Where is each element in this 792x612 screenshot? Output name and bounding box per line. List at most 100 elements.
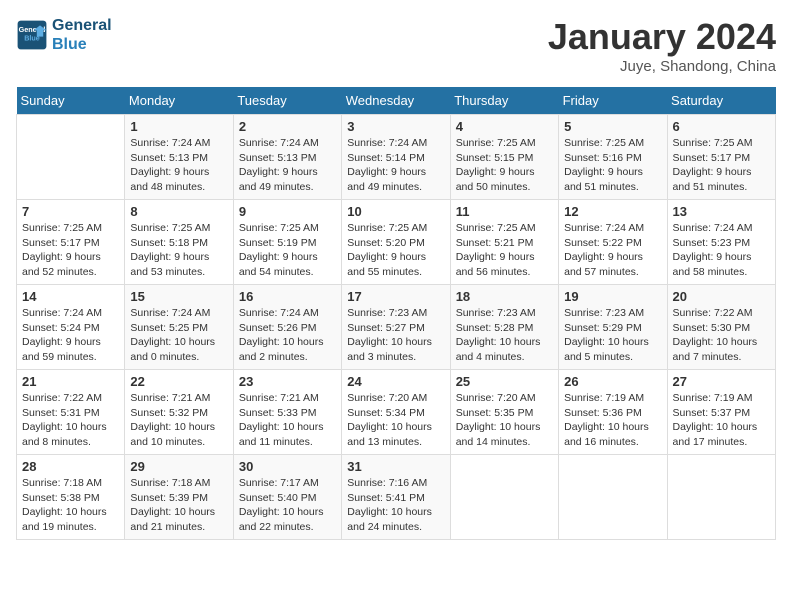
day-info: Sunrise: 7:25 AMSunset: 5:21 PMDaylight:… [456,221,553,280]
month-title: January 2024 [548,16,776,58]
calendar-cell: 5Sunrise: 7:25 AMSunset: 5:16 PMDaylight… [559,115,667,200]
day-info: Sunrise: 7:24 AMSunset: 5:14 PMDaylight:… [347,136,444,195]
calendar-week-1: 1Sunrise: 7:24 AMSunset: 5:13 PMDaylight… [17,115,776,200]
calendar-cell: 17 Sunrise: 7:23 AMSunset: 5:27 PMDayligh… [342,285,450,370]
calendar-cell: 26Sunrise: 7:19 AMSunset: 5:36 PMDayligh… [559,370,667,455]
calendar-header-row: SundayMondayTuesdayWednesdayThursdayFrid… [17,87,776,115]
calendar-cell: 27 Sunrise: 7:19 AMSunset: 5:37 PMDayligh… [667,370,775,455]
calendar-cell: 3 Sunrise: 7:24 AMSunset: 5:14 PMDaylight… [342,115,450,200]
calendar-cell [450,455,558,540]
header-wednesday: Wednesday [342,87,450,115]
day-number: 3 [347,119,444,134]
day-info: Sunrise: 7:25 AMSunset: 5:15 PMDaylight:… [456,136,553,195]
day-number: 23 [239,374,336,389]
logo-text-general: General [52,16,112,35]
calendar-cell: 25Sunrise: 7:20 AMSunset: 5:35 PMDayligh… [450,370,558,455]
header-thursday: Thursday [450,87,558,115]
day-number: 12 [564,204,661,219]
calendar-cell: 7 Sunrise: 7:25 AMSunset: 5:17 PMDaylight… [17,200,125,285]
calendar-cell: 24Sunrise: 7:20 AMSunset: 5:34 PMDayligh… [342,370,450,455]
day-info: Sunrise: 7:24 AMSunset: 5:24 PMDaylight:… [22,306,119,365]
day-number: 16 [239,289,336,304]
day-info: Sunrise: 7:24 AMSunset: 5:26 PMDaylight:… [239,306,336,365]
day-info: Sunrise: 7:21 AMSunset: 5:33 PMDaylight:… [239,391,336,450]
calendar-cell: 29 Sunrise: 7:18 AMSunset: 5:39 PMDayligh… [125,455,233,540]
day-number: 18 [456,289,553,304]
day-info: Sunrise: 7:24 AMSunset: 5:25 PMDaylight:… [130,306,227,365]
day-info: Sunrise: 7:23 AMSunset: 5:27 PMDaylight:… [347,306,444,365]
logo: General Blue General Blue [16,16,112,54]
calendar-cell: 19Sunrise: 7:23 AMSunset: 5:29 PMDayligh… [559,285,667,370]
day-info: Sunrise: 7:25 AMSunset: 5:17 PMDaylight:… [673,136,770,195]
calendar-cell: 4 Sunrise: 7:25 AMSunset: 5:15 PMDaylight… [450,115,558,200]
day-info: Sunrise: 7:16 AMSunset: 5:41 PMDaylight:… [347,476,444,535]
day-info: Sunrise: 7:24 AMSunset: 5:23 PMDaylight:… [673,221,770,280]
day-number: 8 [130,204,227,219]
calendar-cell: 30Sunrise: 7:17 AMSunset: 5:40 PMDayligh… [233,455,341,540]
day-info: Sunrise: 7:22 AMSunset: 5:31 PMDaylight:… [22,391,119,450]
calendar-cell: 8 Sunrise: 7:25 AMSunset: 5:18 PMDaylight… [125,200,233,285]
header-tuesday: Tuesday [233,87,341,115]
calendar-cell: 6 Sunrise: 7:25 AMSunset: 5:17 PMDaylight… [667,115,775,200]
day-number: 6 [673,119,770,134]
header-saturday: Saturday [667,87,775,115]
calendar-cell: 2 Sunrise: 7:24 AMSunset: 5:13 PMDaylight… [233,115,341,200]
day-number: 4 [456,119,553,134]
title-block: January 2024 Juye, Shandong, China [548,16,776,75]
day-info: Sunrise: 7:25 AMSunset: 5:18 PMDaylight:… [130,221,227,280]
calendar-week-5: 28Sunrise: 7:18 AMSunset: 5:38 PMDayligh… [17,455,776,540]
day-info: Sunrise: 7:24 AMSunset: 5:22 PMDaylight:… [564,221,661,280]
day-info: Sunrise: 7:25 AMSunset: 5:16 PMDaylight:… [564,136,661,195]
day-number: 22 [130,374,227,389]
calendar-cell: 22 Sunrise: 7:21 AMSunset: 5:32 PMDayligh… [125,370,233,455]
day-number: 20 [673,289,770,304]
calendar-cell [17,115,125,200]
calendar-cell: 12 Sunrise: 7:24 AMSunset: 5:22 PMDayligh… [559,200,667,285]
day-info: Sunrise: 7:25 AMSunset: 5:17 PMDaylight:… [22,221,119,280]
calendar-cell: 18 Sunrise: 7:23 AMSunset: 5:28 PMDayligh… [450,285,558,370]
location-subtitle: Juye, Shandong, China [548,58,776,75]
day-info: Sunrise: 7:18 AMSunset: 5:38 PMDaylight:… [22,476,119,535]
calendar-cell: 9Sunrise: 7:25 AMSunset: 5:19 PMDaylight… [233,200,341,285]
day-number: 2 [239,119,336,134]
calendar-week-3: 14 Sunrise: 7:24 AMSunset: 5:24 PMDayligh… [17,285,776,370]
calendar-table: SundayMondayTuesdayWednesdayThursdayFrid… [16,87,776,540]
calendar-cell: 16 Sunrise: 7:24 AMSunset: 5:26 PMDayligh… [233,285,341,370]
day-number: 11 [456,204,553,219]
day-number: 14 [22,289,119,304]
calendar-cell: 1Sunrise: 7:24 AMSunset: 5:13 PMDaylight… [125,115,233,200]
calendar-cell [667,455,775,540]
header-sunday: Sunday [17,87,125,115]
day-number: 17 [347,289,444,304]
logo-text-blue: Blue [52,35,112,54]
day-number: 29 [130,459,227,474]
header-monday: Monday [125,87,233,115]
calendar-week-4: 21Sunrise: 7:22 AMSunset: 5:31 PMDayligh… [17,370,776,455]
day-number: 7 [22,204,119,219]
calendar-cell: 21Sunrise: 7:22 AMSunset: 5:31 PMDayligh… [17,370,125,455]
day-info: Sunrise: 7:17 AMSunset: 5:40 PMDaylight:… [239,476,336,535]
calendar-cell: 14 Sunrise: 7:24 AMSunset: 5:24 PMDayligh… [17,285,125,370]
day-number: 26 [564,374,661,389]
day-number: 15 [130,289,227,304]
day-number: 9 [239,204,336,219]
calendar-cell: 10 Sunrise: 7:25 AMSunset: 5:20 PMDayligh… [342,200,450,285]
day-number: 31 [347,459,444,474]
calendar-cell: 15 Sunrise: 7:24 AMSunset: 5:25 PMDayligh… [125,285,233,370]
day-info: Sunrise: 7:19 AMSunset: 5:37 PMDaylight:… [673,391,770,450]
day-info: Sunrise: 7:21 AMSunset: 5:32 PMDaylight:… [130,391,227,450]
day-info: Sunrise: 7:24 AMSunset: 5:13 PMDaylight:… [239,136,336,195]
day-info: Sunrise: 7:20 AMSunset: 5:34 PMDaylight:… [347,391,444,450]
day-info: Sunrise: 7:23 AMSunset: 5:28 PMDaylight:… [456,306,553,365]
day-info: Sunrise: 7:22 AMSunset: 5:30 PMDaylight:… [673,306,770,365]
calendar-cell [559,455,667,540]
day-number: 27 [673,374,770,389]
day-number: 10 [347,204,444,219]
day-number: 25 [456,374,553,389]
day-info: Sunrise: 7:23 AMSunset: 5:29 PMDaylight:… [564,306,661,365]
day-number: 13 [673,204,770,219]
day-info: Sunrise: 7:25 AMSunset: 5:20 PMDaylight:… [347,221,444,280]
day-info: Sunrise: 7:18 AMSunset: 5:39 PMDaylight:… [130,476,227,535]
header-friday: Friday [559,87,667,115]
calendar-cell: 31 Sunrise: 7:16 AMSunset: 5:41 PMDayligh… [342,455,450,540]
